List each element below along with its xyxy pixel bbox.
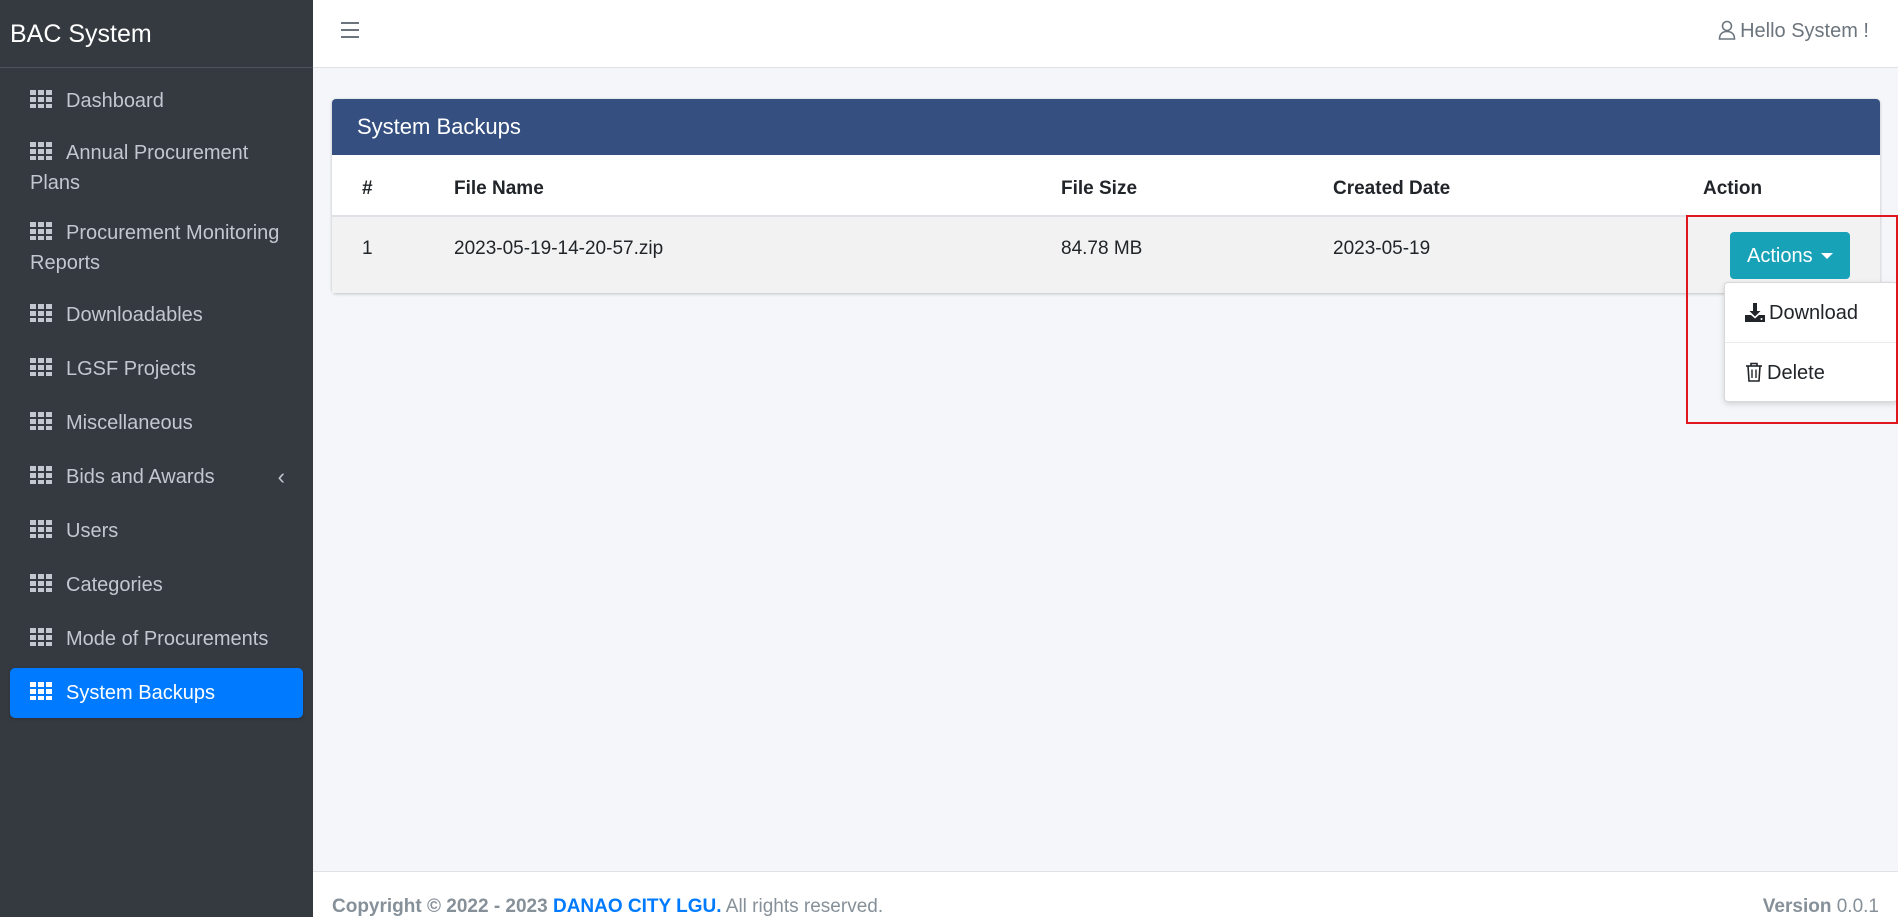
sidebar-item-label: Annual Procurement Plans [30, 142, 249, 194]
menu-item-download[interactable]: Download [1725, 283, 1897, 343]
rights-text: All rights reserved. [725, 896, 884, 917]
system-backups-card: System Backups # File Name File Size Cre… [332, 99, 1880, 293]
sidebar-item-dashboard[interactable]: Dashboard [10, 76, 303, 126]
menu-item-label: Download [1769, 302, 1858, 324]
column-header-action: Action [1703, 155, 1880, 217]
top-navbar: Hello System ! [313, 0, 1898, 68]
version-number: 0.0.1 [1836, 896, 1879, 917]
sidebar-item-system-backups[interactable]: System Backups [10, 668, 303, 718]
org-link[interactable]: DANAO CITY LGU. [553, 896, 722, 917]
cell-file-name: 2023-05-19-14-20-57.zip [454, 238, 664, 259]
sidebar: BAC System Dashboard Annual Procurement … [0, 0, 313, 917]
grid-icon [30, 222, 52, 240]
grid-icon [30, 466, 52, 484]
sidebar-item-procurement-monitoring-reports[interactable]: Procurement Monitoring Reports [10, 210, 303, 286]
actions-dropdown-menu: Download Delete [1724, 282, 1898, 402]
sidebar-item-label: Miscellaneous [66, 412, 193, 434]
sidebar-nav: Dashboard Annual Procurement Plans Procu… [0, 68, 313, 718]
version-label: Version [1762, 896, 1832, 917]
cell-created-date: 2023-05-19 [1333, 238, 1431, 259]
download-icon [1745, 303, 1765, 322]
brand-title[interactable]: BAC System [0, 0, 313, 68]
grid-icon [30, 682, 52, 700]
backups-table: # File Name File Size Created Date Actio… [332, 155, 1880, 293]
sidebar-item-label: Categories [66, 574, 163, 596]
sidebar-item-miscellaneous[interactable]: Miscellaneous [10, 398, 303, 448]
user-icon [1718, 20, 1736, 40]
column-header-file-size: File Size [1061, 155, 1333, 217]
grid-icon [30, 520, 52, 538]
footer-version: Version 0.0.1 [1763, 896, 1879, 917]
sidebar-item-label: Downloadables [66, 304, 203, 326]
footer-copyright: Copyright © 2022 - 2023 DANAO CITY LGU. … [332, 896, 883, 917]
sidebar-item-label: Mode of Procurements [66, 628, 269, 650]
copyright-text: Copyright © 2022 - 2023 [332, 896, 548, 917]
grid-icon [30, 628, 52, 646]
sidebar-item-users[interactable]: Users [10, 506, 303, 556]
trash-icon [1746, 362, 1762, 382]
sidebar-item-label: Procurement Monitoring Reports [30, 222, 280, 274]
grid-icon [30, 142, 52, 160]
cell-number: 1 [362, 238, 373, 259]
sidebar-item-mode-of-procurements[interactable]: Mode of Procurements [10, 614, 303, 664]
column-header-file-name: File Name [454, 155, 1061, 217]
sidebar-item-label: Users [66, 520, 119, 542]
footer: Copyright © 2022 - 2023 DANAO CITY LGU. … [313, 871, 1898, 917]
grid-icon [30, 358, 52, 376]
table-row: 1 2023-05-19-14-20-57.zip 84.78 MB 2023-… [332, 216, 1880, 293]
actions-button-label: Actions [1747, 245, 1813, 267]
column-header-number: # [332, 155, 454, 217]
sidebar-item-bids-and-awards[interactable]: Bids and Awards ‹ [10, 452, 303, 502]
sidebar-item-categories[interactable]: Categories [10, 560, 303, 610]
card-title: System Backups [332, 99, 1880, 155]
table-header-row: # File Name File Size Created Date Actio… [332, 155, 1880, 217]
chevron-left-icon: ‹ [277, 464, 285, 489]
grid-icon [30, 412, 52, 430]
actions-dropdown-button[interactable]: Actions [1730, 232, 1850, 279]
menu-item-label: Delete [1767, 362, 1825, 384]
sidebar-item-label: Dashboard [66, 90, 164, 112]
user-menu[interactable]: Hello System ! [1718, 20, 1869, 43]
sidebar-item-downloadables[interactable]: Downloadables [10, 290, 303, 340]
user-greeting-text: Hello System ! [1740, 20, 1869, 42]
cell-file-size: 84.78 MB [1061, 238, 1143, 259]
sidebar-item-annual-procurement-plans[interactable]: Annual Procurement Plans [10, 130, 303, 206]
sidebar-item-label: System Backups [66, 682, 215, 704]
grid-icon [30, 90, 52, 108]
caret-down-icon [1821, 253, 1833, 259]
sidebar-item-label: Bids and Awards [66, 466, 215, 488]
column-header-created-date: Created Date [1333, 155, 1703, 217]
menu-item-delete[interactable]: Delete [1725, 343, 1897, 403]
sidebar-item-label: LGSF Projects [66, 358, 197, 380]
hamburger-menu-icon[interactable] [341, 22, 359, 38]
grid-icon [30, 574, 52, 592]
sidebar-item-lgsf-projects[interactable]: LGSF Projects [10, 344, 303, 394]
grid-icon [30, 304, 52, 322]
